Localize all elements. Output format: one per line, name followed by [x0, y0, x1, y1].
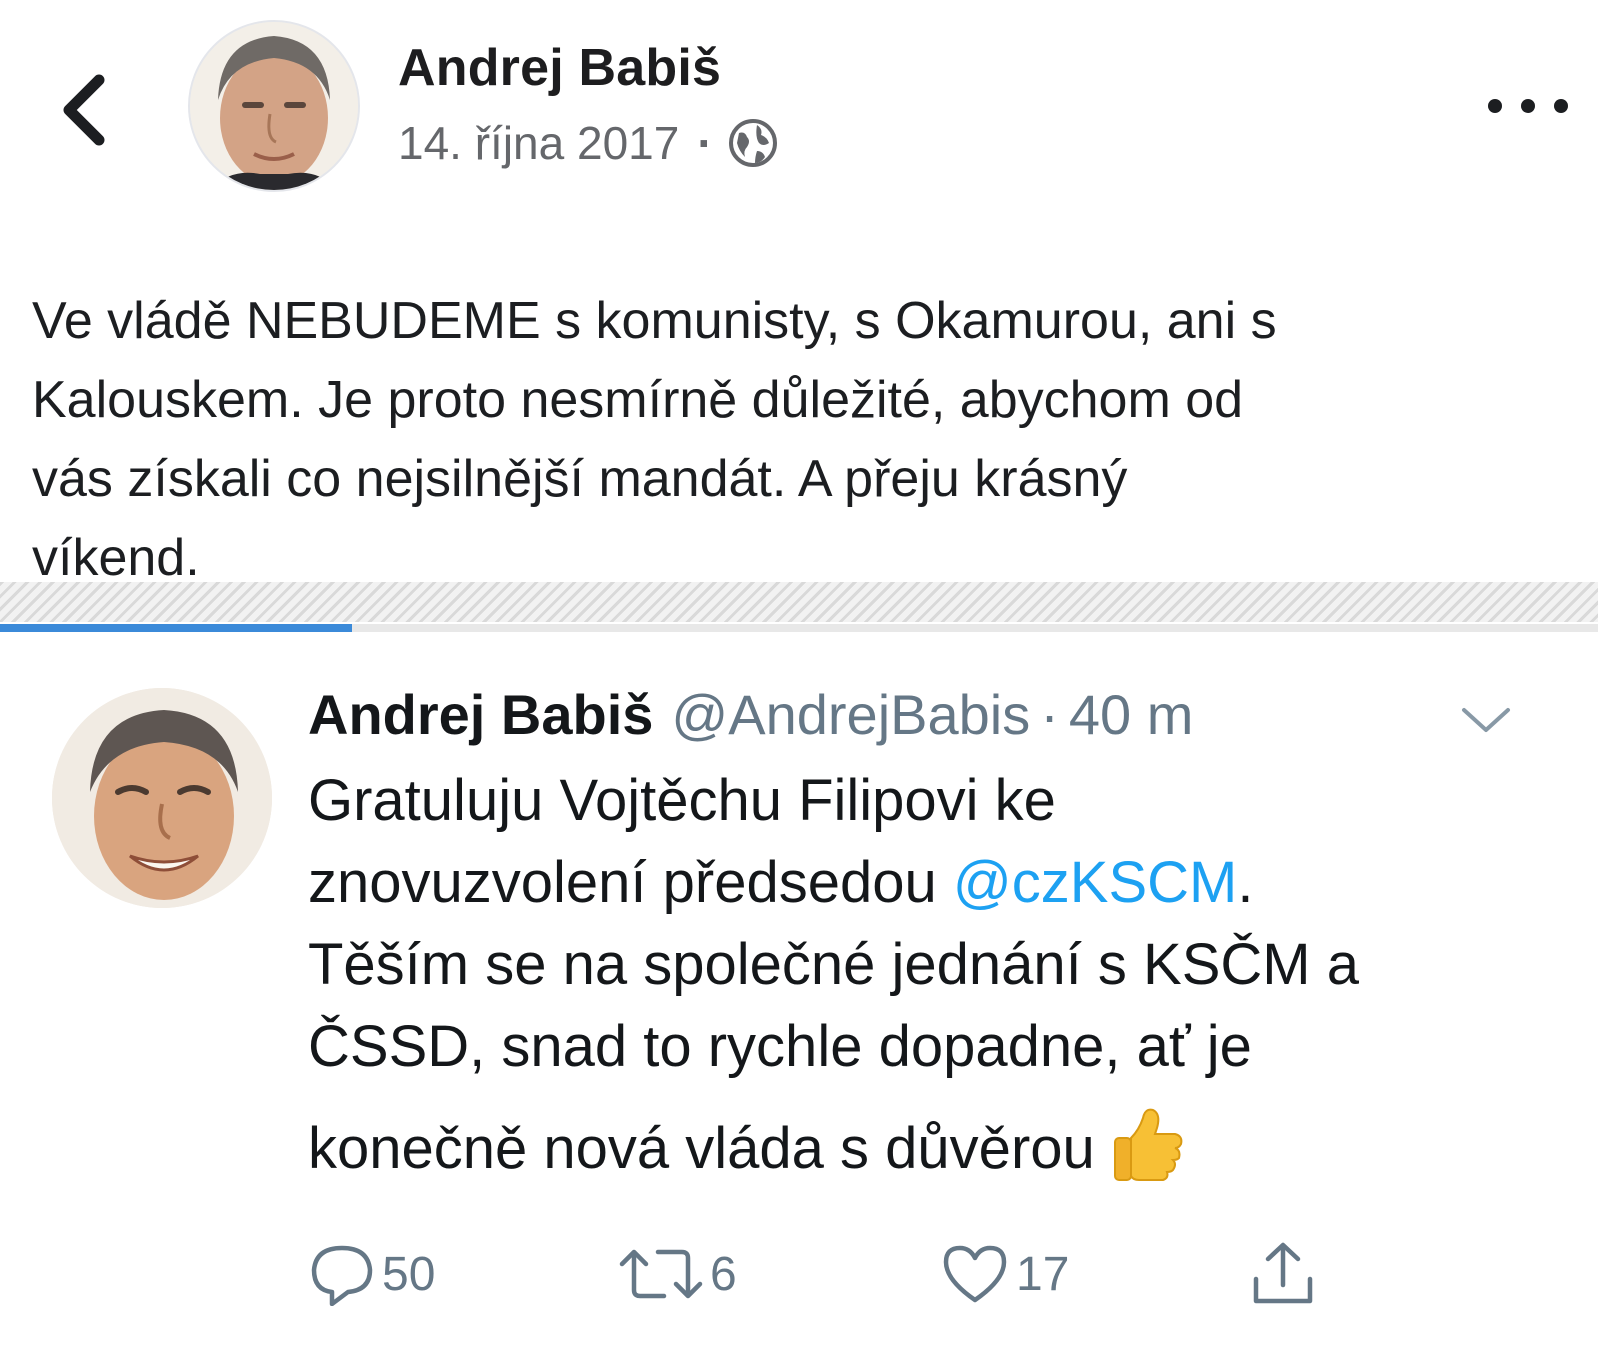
facebook-post-text: Ve vládě NEBUDEME s komunisty, s Okamuro… [32, 282, 1572, 598]
progress-bar [0, 624, 1598, 632]
more-dot-icon [1488, 99, 1502, 113]
tweet-author-name[interactable]: Andrej Babiš [308, 683, 653, 746]
share-button[interactable] [1248, 1234, 1318, 1314]
tweet-actions: 50 6 17 [308, 1234, 1348, 1314]
retweet-icon [619, 1249, 703, 1299]
post-text-line: vás získali co nejsilnější mandát. A pře… [32, 450, 1128, 508]
tweet-author-handle[interactable]: @AndrejBabis [671, 683, 1030, 746]
mention-link[interactable]: @czKSCM [953, 850, 1237, 915]
more-options-button[interactable] [1488, 84, 1568, 128]
tweet-text-line: Gratuluju Vojtěchu Filipovi ke [308, 768, 1056, 833]
image-separator [0, 582, 1598, 622]
facebook-post-meta: 14. října 2017 · [398, 116, 779, 170]
portrait-image [52, 688, 272, 908]
facebook-author-avatar[interactable] [188, 20, 360, 192]
tweet-timestamp[interactable]: 40 m [1069, 683, 1194, 746]
tweet-text-line: znovuzvolení předsedou @czKSCM. [308, 842, 1568, 924]
progress-bar-fill [0, 624, 352, 632]
back-button[interactable] [48, 70, 118, 150]
retweet-count: 6 [710, 1247, 737, 1301]
post-text-line: Ve vládě NEBUDEME s komunisty, s Okamuro… [32, 292, 1277, 350]
reply-button[interactable]: 50 [308, 1234, 435, 1314]
meta-separator: · [697, 117, 713, 169]
like-count: 17 [1016, 1247, 1070, 1301]
heart-icon [943, 1245, 1007, 1303]
tweet-text-fragment: znovuzvolení předsedou [308, 850, 953, 915]
more-dot-icon [1554, 99, 1568, 113]
tweet-author-avatar[interactable] [52, 688, 272, 908]
tweet-text-fragment: . [1237, 850, 1254, 915]
reply-icon [311, 1245, 373, 1306]
thumbs-up-icon [1109, 1104, 1187, 1182]
tweet-text-line: ČSSD, snad to rychle dopadne, ať je [308, 1014, 1252, 1079]
chevron-left-icon [63, 74, 105, 146]
retweet-button[interactable]: 6 [618, 1234, 737, 1314]
tweet-text-line: Těším se na společné jednání s KSČM a [308, 932, 1359, 997]
tweet-menu-button[interactable] [1458, 700, 1514, 740]
like-button[interactable]: 17 [940, 1234, 1069, 1314]
share-icon [1253, 1242, 1313, 1304]
facebook-post-date[interactable]: 14. října 2017 [398, 116, 679, 170]
tweet-text-line: konečně nová vláda s důvěrou [308, 1104, 1568, 1190]
chevron-down-icon [1462, 708, 1510, 732]
facebook-post-header: Andrej Babiš 14. října 2017 · [0, 0, 1598, 230]
tweet-header: Andrej Babiš @AndrejBabis · 40 m [308, 682, 1193, 747]
reply-count: 50 [382, 1247, 436, 1301]
post-text-line: Kalouskem. Je proto nesmírně důležité, a… [32, 371, 1244, 429]
facebook-author-name[interactable]: Andrej Babiš [398, 38, 721, 98]
more-dot-icon [1521, 99, 1535, 113]
meta-separator: · [1040, 683, 1059, 746]
tweet-text: Gratuluju Vojtěchu Filipovi ke znovuzvol… [308, 760, 1568, 1190]
screenshot-page: Andrej Babiš 14. října 2017 · Ve vládě N… [0, 0, 1598, 1369]
portrait-image [190, 22, 358, 190]
tweet-text-fragment: konečně nová vláda s důvěrou [308, 1116, 1095, 1181]
globe-icon [727, 117, 779, 169]
